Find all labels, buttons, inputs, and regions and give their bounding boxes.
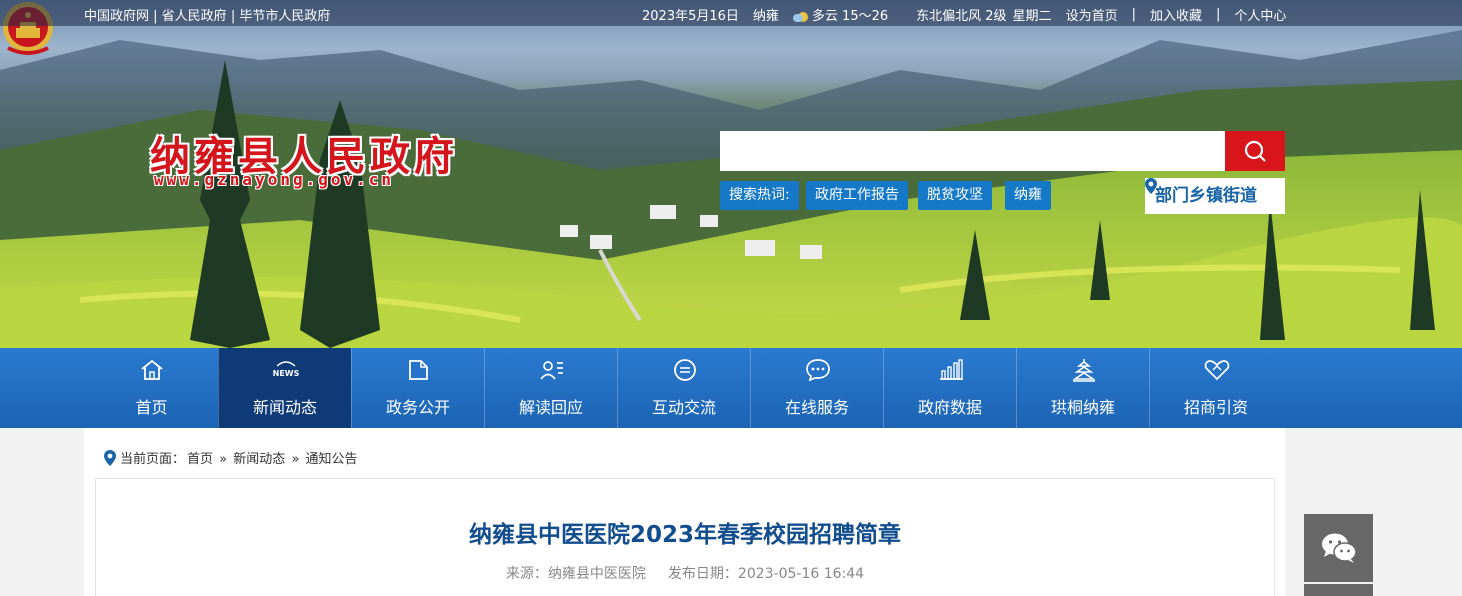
breadcrumb-news[interactable]: 新闻动态 [233,452,285,467]
hot-word-tag[interactable]: 政府工作报告 [806,181,908,210]
cloudy-icon [792,11,809,22]
search-button[interactable] [1225,131,1285,171]
weather-text: 多云 15～26 [811,9,889,24]
nav-item-news[interactable]: NEWS 新闻动态 [218,348,351,428]
link-bijie-gov[interactable]: 毕节市人民政府 [239,9,330,24]
divider: | [1131,7,1136,22]
handshake-icon [1204,360,1230,381]
hot-words-label: 搜索热词: [720,181,799,210]
main-nav: 首页 NEWS 新闻动态 政务公开 解读回应 互动交流 在线服务 政府数据 珙桐 [0,348,1462,428]
set-home-link[interactable]: 设为首页 [1066,5,1118,24]
hot-word-tag[interactable]: 脱贫攻坚 [918,181,992,210]
city-text: 纳雍 [752,9,779,24]
nav-item-investment[interactable]: 招商引资 [1149,348,1282,428]
nav-label: 珙桐纳雍 [1050,398,1115,417]
people-icon [540,361,563,380]
breadcrumb-separator: » [219,452,228,467]
top-bar: 中国政府网 | 省人民政府 | 毕节市人民政府 2023年5月16日 纳雍 多云… [0,0,1462,26]
nav-item-home[interactable]: 首页 [85,348,218,428]
message-icon [806,359,830,382]
hot-word-tag[interactable]: 纳雍 [1005,181,1051,210]
weekday-text: 星期二 [1012,9,1052,24]
wechat-icon [1322,533,1357,563]
nav-label: 新闻动态 [252,398,317,417]
tower-icon [1072,359,1096,382]
breadcrumb-home[interactable]: 首页 [187,452,213,467]
page: 纳雍县人民政府 www.gznayong.gov.cn 搜索热词: 政府工作报告… [0,0,1462,596]
divider: | [1215,7,1221,22]
link-gov-cn[interactable]: 中国政府网 [84,9,149,24]
nav-label: 首页 [135,398,168,417]
nav-item-gov-affairs[interactable]: 政务公开 [351,348,484,428]
breadcrumb-notice[interactable]: 通知公告 [306,452,358,467]
link-province-gov[interactable]: 省人民政府 [162,9,227,24]
location-pin-icon [1145,178,1157,194]
nav-label: 在线服务 [784,398,849,417]
article-box: 纳雍县中医医院2023年春季校园招聘简章 来源：纳雍县中医医院 发布日期：2023… [95,478,1275,596]
date-label: 发布日期： [667,566,738,582]
nav-label: 政府数据 [917,398,982,417]
float-button-secondary[interactable] [1304,584,1373,596]
location-pin-icon [104,450,116,466]
source-value: 纳雍县中医医院 [547,566,646,582]
dept-link-label: 部门乡镇街道 [1155,186,1257,206]
nav-item-interaction[interactable]: 互动交流 [617,348,750,428]
home-icon [141,359,163,380]
article-title: 纳雍县中医医院2023年春季校园招聘简章 [468,522,901,548]
nav-item-gongtong-nayong[interactable]: 珙桐纳雍 [1016,348,1149,428]
chat-icon [674,359,696,381]
nav-label: 政务公开 [385,398,450,417]
nav-label: 互动交流 [651,398,716,417]
top-links: 中国政府网 | 省人民政府 | 毕节市人民政府 [84,9,331,24]
content-panel: 当前页面： 首页 » 新闻动态 » 通知公告 纳雍县中医医院2023年春季校园招聘… [84,428,1285,596]
article-meta: 来源：纳雍县中医医院 发布日期：2023-05-16 16:44 [96,563,1274,583]
site-url: www.gznayong.gov.cn [154,170,395,189]
nav-item-interpretation[interactable]: 解读回应 [484,348,617,428]
nav-item-online-service[interactable]: 在线服务 [750,348,883,428]
header-banner: 纳雍县人民政府 www.gznayong.gov.cn 搜索热词: 政府工作报告… [0,0,1462,348]
wind-text: 东北偏北风 2级 [916,9,1007,24]
bar-chart-icon [940,359,963,380]
nav-label: 招商引资 [1183,398,1248,417]
date-text: 2023年5月16日 [642,9,739,24]
news-icon: NEWS [273,361,299,378]
svg-text:NEWS: NEWS [273,369,299,378]
weather-info: 多云 15～26 [792,5,902,24]
search-input[interactable] [720,131,1225,171]
breadcrumb-prefix: 当前页面： [120,452,186,467]
folder-icon [409,360,428,380]
search-icon [1244,140,1266,162]
dept-township-link[interactable]: 部门乡镇街道 [1145,178,1285,214]
breadcrumb: 当前页面： 首页 » 新闻动态 » 通知公告 [104,448,360,467]
source-label: 来源： [505,566,548,582]
wechat-float-button[interactable] [1304,514,1373,582]
nav-item-gov-data[interactable]: 政府数据 [883,348,1016,428]
breadcrumb-separator: » [291,452,300,467]
nav-label: 解读回应 [518,398,583,417]
user-center-link[interactable]: 个人中心 [1234,5,1286,24]
add-favorite-link[interactable]: 加入收藏 [1150,5,1202,24]
publish-date: 2023-05-16 16:44 [737,566,865,582]
top-info: 2023年5月16日 纳雍 多云 15～26 东北偏北风 2级 星期二 设为首页… [642,5,1286,24]
